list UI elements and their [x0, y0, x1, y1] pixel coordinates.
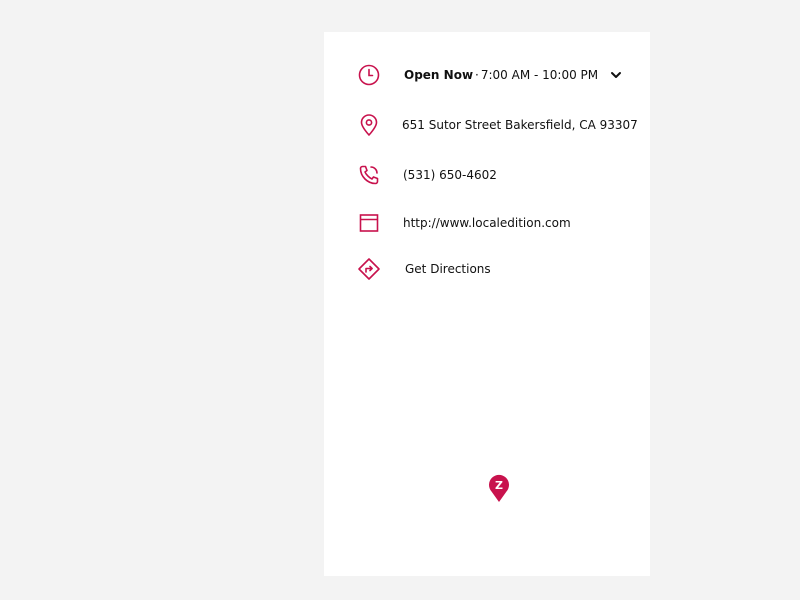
map-marker-letter: Z: [495, 479, 503, 492]
open-status: Open Now: [404, 68, 474, 82]
business-info-panel: Open Now · 7:00 AM - 10:00 PM 651 Sutor St…: [324, 32, 650, 576]
hours-range: 7:00 AM - 10:00 PM: [480, 68, 599, 82]
browser-window-icon: [357, 211, 381, 235]
directions-row[interactable]: Get Directions: [324, 253, 650, 285]
phone-icon: [357, 163, 381, 187]
address-text: 651 Sutor Street Bakersfield, CA 93307: [402, 118, 638, 132]
map-marker-icon[interactable]: Z: [488, 473, 510, 503]
website-link[interactable]: http://www.localedition.com: [403, 215, 571, 231]
website-row[interactable]: http://www.localedition.com: [324, 207, 650, 239]
hours-row[interactable]: Open Now · 7:00 AM - 10:00 PM: [324, 59, 650, 91]
clock-icon: [357, 63, 381, 87]
phone-row[interactable]: (531) 650-4602: [324, 159, 650, 191]
location-pin-icon: [357, 113, 381, 137]
get-directions-link[interactable]: Get Directions: [405, 261, 491, 277]
hours-separator: ·: [475, 68, 479, 82]
phone-text: (531) 650-4602: [403, 168, 497, 182]
hours-text: Open Now · 7:00 AM - 10:00 PM: [404, 67, 622, 83]
directions-sign-icon: [357, 257, 381, 281]
chevron-down-icon[interactable]: [610, 69, 622, 81]
address-row[interactable]: 651 Sutor Street Bakersfield, CA 93307: [324, 109, 650, 141]
